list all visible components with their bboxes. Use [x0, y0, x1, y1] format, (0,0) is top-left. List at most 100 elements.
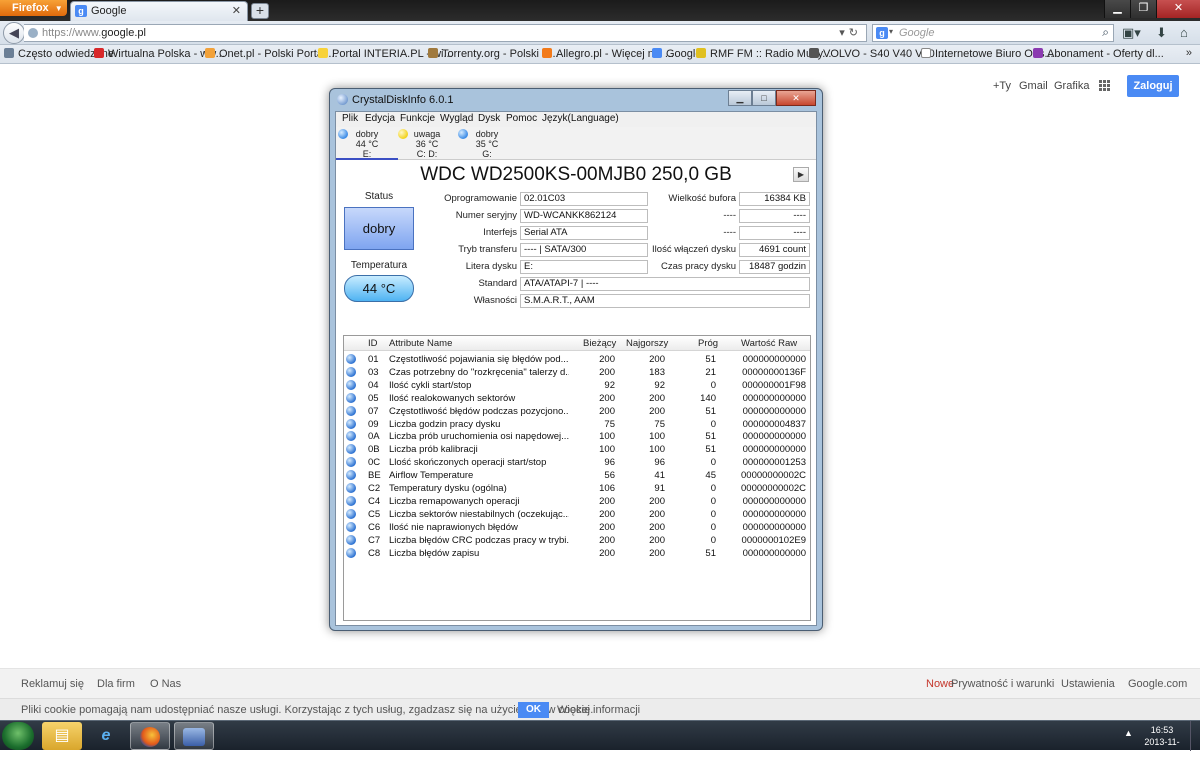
health-good-icon [346, 366, 356, 377]
firefox-menu-button[interactable]: Firefox ▼ [0, 0, 67, 16]
plus-you-link[interactable]: +Ty [993, 80, 1011, 92]
table-row[interactable]: 03 Czas potrzebny do "rozkręcenia" talerz… [344, 366, 810, 379]
bookmarks-menu-icon[interactable]: ▣▾ [1122, 24, 1141, 42]
cookie-ok-button[interactable]: OK [518, 702, 549, 718]
engine-dropdown-icon[interactable]: ▾ [889, 27, 893, 36]
close-icon[interactable]: ✕ [776, 90, 816, 106]
menu-plik[interactable]: Plik [342, 113, 358, 124]
health-good-icon [346, 431, 356, 442]
advertise-link[interactable]: Reklamuj się [21, 678, 84, 690]
chevron-right-icon[interactable]: » [1186, 47, 1192, 59]
privacy-terms-link[interactable]: Prywatność i warunki [951, 678, 1054, 690]
table-row[interactable]: C7 Liczba błędów CRC podczas pracy w tryb… [344, 534, 810, 547]
column-header-id[interactable]: ID [368, 338, 378, 349]
internet-explorer-icon[interactable]: e [86, 722, 126, 750]
table-row[interactable]: 0B Liczba prób kalibracji 100 100 51 00000000… [344, 443, 810, 456]
standard-label: Standard [478, 278, 517, 289]
home-icon[interactable]: ⌂ [1180, 24, 1188, 42]
table-row[interactable]: 04 Ilość cykli start/stop 92 92 0 000000001F9… [344, 379, 810, 392]
drive-button-e[interactable]: dobry 44 °C E: [336, 127, 398, 160]
firmware-value: 02.01C03 [520, 192, 648, 206]
menu-edycja[interactable]: Edycja [365, 113, 395, 124]
attr-threshold: 51 [705, 354, 716, 365]
start-button-icon[interactable] [2, 722, 34, 750]
new-tab-button[interactable]: + [251, 3, 269, 19]
attr-worst: 100 [649, 431, 665, 443]
settings-link[interactable]: Ustawienia [1061, 678, 1115, 690]
reload-icon[interactable]: ↻ [849, 27, 862, 39]
restore-icon[interactable]: ❐ [1130, 0, 1156, 18]
attr-threshold: 0 [710, 457, 716, 469]
status-label: Status [364, 191, 394, 202]
attr-name: Temperatury dysku (ogólna) [389, 483, 507, 494]
business-link[interactable]: Dla firm [97, 678, 135, 690]
smart-attributes-table: ID Attribute Name Bieżący Najgorszy Próg… [343, 335, 811, 621]
menu-pomoc[interactable]: Pomoc [506, 113, 537, 124]
url-prefix: https://www. [42, 27, 102, 39]
attr-id: C7 [368, 534, 381, 546]
drive-temp: 36 °C [415, 139, 439, 149]
close-tab-icon[interactable]: ✕ [232, 2, 241, 20]
about-link[interactable]: O Nas [150, 678, 181, 690]
google-com-link[interactable]: Google.com [1128, 678, 1187, 690]
images-link[interactable]: Grafika [1054, 80, 1089, 92]
table-row[interactable]: C6 Ilość nie naprawionych błędów 200 200 0 00… [344, 521, 810, 534]
gmail-link[interactable]: Gmail [1019, 80, 1048, 92]
menu-wyglad[interactable]: Wygląd [440, 113, 473, 124]
download-icon[interactable]: ⬇ [1156, 24, 1167, 42]
dropdown-arrow-icon[interactable]: ▾ [839, 27, 849, 39]
column-header-threshold[interactable]: Próg [698, 338, 718, 349]
apps-grid-icon[interactable] [1099, 80, 1111, 92]
url-bar[interactable]: https://www.google.pl ▾↻ [24, 24, 867, 42]
drive-button-cd[interactable]: uwaga 36 °C C: D: [396, 127, 458, 160]
url-host: google.pl [101, 27, 146, 39]
tab-google[interactable]: g Google ✕ [70, 1, 248, 21]
table-row[interactable]: BE Airflow Temperature 56 41 45 00000000002C [344, 469, 810, 482]
sign-in-button[interactable]: Zaloguj [1127, 75, 1179, 97]
drive-button-g[interactable]: dobry 35 °C G: [456, 127, 518, 160]
search-engine-google-icon[interactable]: g [876, 27, 888, 39]
maximize-icon[interactable]: □ [752, 90, 776, 106]
drive-letter-label: Litera dysku [465, 261, 517, 272]
table-row[interactable]: 0A Liczba prób uruchomienia osi napędowej… [344, 430, 810, 443]
column-header-attribute[interactable]: Attribute Name [389, 338, 452, 349]
table-row[interactable]: 09 Liczba godzin pracy dysku 75 75 0 00000000… [344, 418, 810, 431]
bookmark-item[interactable]: Torrenty.org - Polski K... [428, 48, 559, 60]
table-row[interactable]: 0C Llość skończonych operacji start/stop 9… [344, 456, 810, 469]
menu-dysk[interactable]: Dysk [478, 113, 500, 124]
firefox-taskbar-icon[interactable] [130, 722, 170, 750]
table-row[interactable]: C2 Temperatury dysku (ogólna) 106 91 0 000000… [344, 482, 810, 495]
bookmark-item[interactable]: Abonament - Oferty dl... [1033, 48, 1164, 60]
search-bar[interactable]: g ▾ Google ⌕ [872, 24, 1114, 42]
menu-funkcje[interactable]: Funkcje [400, 113, 435, 124]
table-row[interactable]: 07 Częstotliwość błędów podczas pozycjono… [344, 405, 810, 418]
column-header-worst[interactable]: Najgorszy [626, 338, 668, 349]
back-arrow-icon[interactable]: ◀ [3, 22, 25, 44]
search-placeholder: Google [899, 27, 935, 39]
attr-worst: 41 [654, 470, 665, 482]
bookmark-favicon-icon [542, 48, 552, 58]
table-row[interactable]: C5 Liczba sektorów niestabilnych (oczekuj… [344, 508, 810, 521]
table-row[interactable]: C8 Liczba błędów zapisu 200 200 51 0000000000… [344, 547, 810, 560]
bookmark-item[interactable]: Google [652, 48, 701, 60]
table-row[interactable]: 01 Częstotliwość pojawiania się błędów po… [344, 353, 810, 366]
show-desktop-button[interactable] [1190, 721, 1200, 751]
health-good-icon [346, 521, 356, 532]
minimize-icon[interactable]: ▁ [1104, 0, 1130, 18]
cookie-more-link[interactable]: Więcej informacji [557, 704, 640, 716]
explorer-folder-icon[interactable]: ▤ [42, 722, 82, 750]
search-icon[interactable]: ⌕ [1102, 25, 1109, 40]
column-header-current[interactable]: Bieżący [583, 338, 616, 349]
menu-language[interactable]: Język(Language) [542, 113, 619, 124]
close-window-icon[interactable]: ✕ [1156, 0, 1200, 18]
minimize-icon[interactable]: ▁ [728, 90, 752, 106]
table-row[interactable]: C4 Liczba remapowanych operacji 200 200 0 000… [344, 495, 810, 508]
attr-raw: 00000000136F [742, 366, 806, 378]
system-clock[interactable]: 16:53 2013-11-20 [1140, 724, 1184, 760]
column-header-raw[interactable]: Wartość Raw [741, 338, 797, 349]
health-status-badge[interactable]: dobry [344, 207, 414, 250]
crystaldiskinfo-taskbar-icon[interactable] [174, 722, 214, 750]
next-disk-icon[interactable]: ▶ [793, 167, 809, 182]
table-row[interactable]: 05 Ilość realokowanych sektorów 200 200 140 0… [344, 392, 810, 405]
tray-expand-icon[interactable]: ▲ [1124, 728, 1133, 738]
